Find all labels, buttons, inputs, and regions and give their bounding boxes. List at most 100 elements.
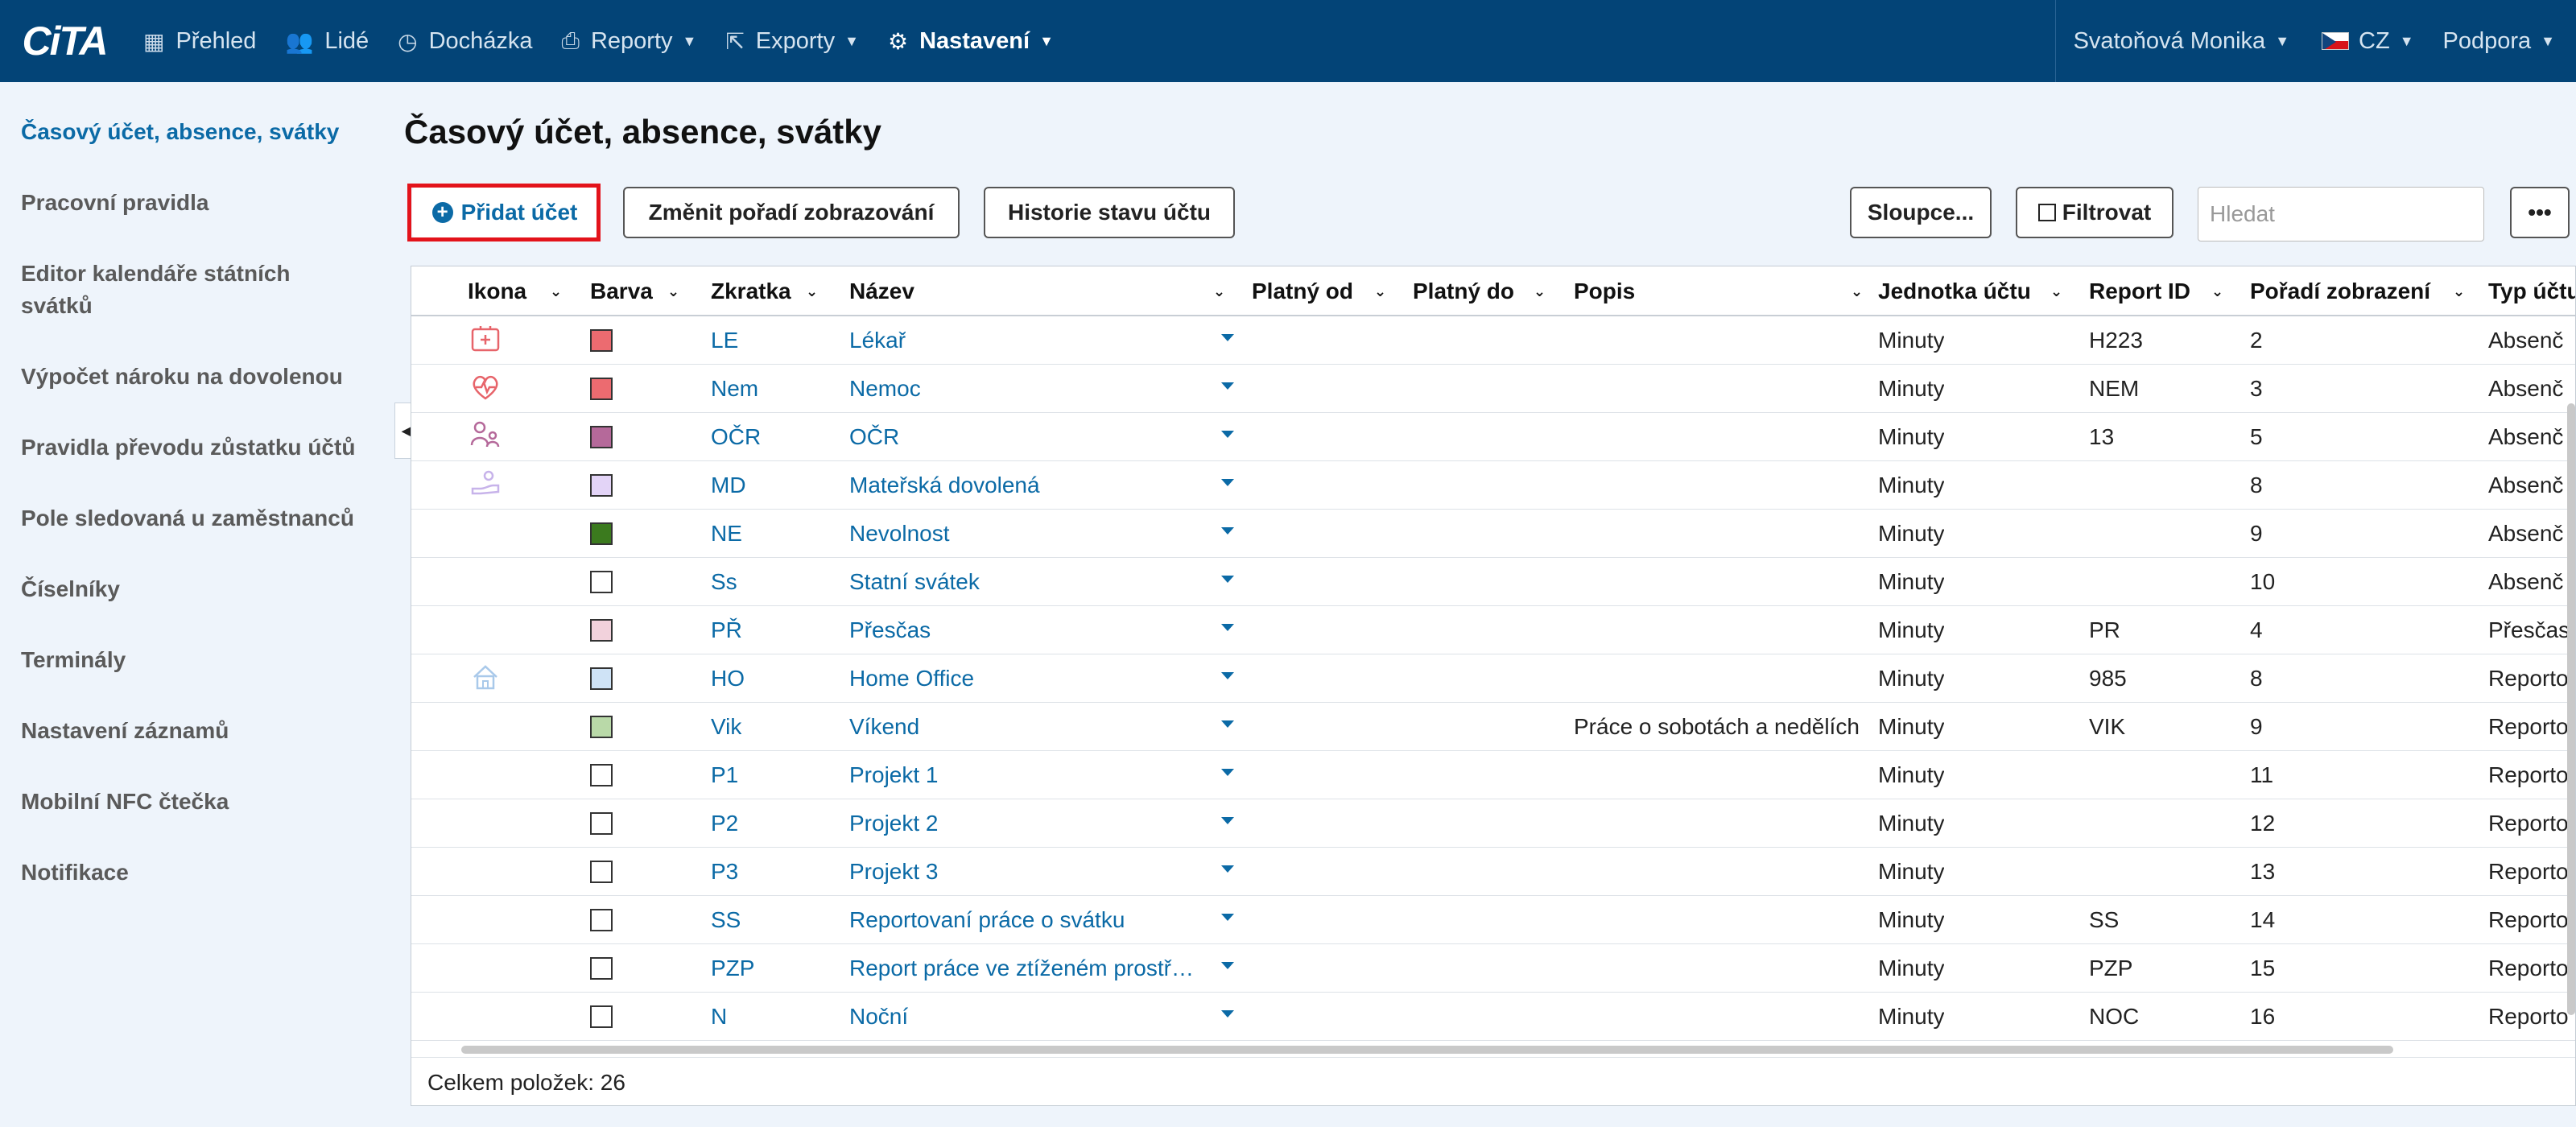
history-button[interactable]: Historie stavu účtu bbox=[984, 187, 1235, 238]
vertical-scrollbar[interactable] bbox=[2567, 403, 2575, 1015]
sidebar-item-terminaly[interactable]: Terminály bbox=[0, 644, 386, 676]
abbreviation-link[interactable]: OČR bbox=[711, 413, 761, 461]
column-header-report-id[interactable]: Report ID bbox=[2089, 266, 2190, 316]
column-header-color[interactable]: Barva bbox=[590, 266, 653, 316]
row-dropdown-icon[interactable] bbox=[1221, 769, 1234, 776]
sidebar-item-pole-sledovana[interactable]: Pole sledovaná u zaměstnanců bbox=[0, 502, 386, 535]
account-name-link[interactable]: Projekt 1 bbox=[849, 751, 939, 799]
account-name-link[interactable]: Nevolnost bbox=[849, 510, 950, 558]
table-row[interactable]: LE Lékař Minuty H223 2 Absenč bbox=[411, 316, 2575, 365]
reorder-button[interactable]: Změnit pořadí zobrazování bbox=[623, 187, 960, 238]
nav-reporty[interactable]: ⎙ Reporty ▼ bbox=[547, 0, 712, 82]
abbreviation-link[interactable]: SS bbox=[711, 896, 741, 944]
row-dropdown-icon[interactable] bbox=[1221, 672, 1234, 679]
nav-dochazka[interactable]: ◷ Docházka bbox=[383, 0, 547, 82]
column-menu-icon[interactable]: ⌄ bbox=[1534, 266, 1546, 316]
columns-button[interactable]: Sloupce... bbox=[1850, 187, 1992, 238]
table-row[interactable]: PŘ Přesčas Minuty PR 4 Přesčas bbox=[411, 606, 2575, 654]
sidebar-item-ciselniky[interactable]: Číselníky bbox=[0, 573, 386, 605]
account-name-link[interactable]: Lékař bbox=[849, 316, 906, 365]
language-menu[interactable]: CZ ▼ bbox=[2307, 0, 2429, 82]
row-dropdown-icon[interactable] bbox=[1221, 720, 1234, 728]
abbreviation-link[interactable]: Vik bbox=[711, 703, 741, 751]
row-dropdown-icon[interactable] bbox=[1221, 431, 1234, 438]
column-header-unit[interactable]: Jednotka účtu bbox=[1878, 266, 2031, 316]
table-row[interactable]: SS Reportovaní práce o svátku Minuty SS 14 Re… bbox=[411, 896, 2575, 944]
row-dropdown-icon[interactable] bbox=[1221, 962, 1234, 969]
table-row[interactable]: HO Home Office Minuty 985 8 Reporto bbox=[411, 654, 2575, 703]
table-row[interactable]: OČR OČR Minuty 13 5 Absenč bbox=[411, 413, 2575, 461]
row-dropdown-icon[interactable] bbox=[1221, 914, 1234, 921]
table-row[interactable]: MD Mateřská dovolená Minuty 8 Absenč bbox=[411, 461, 2575, 510]
nav-nastaveni[interactable]: ⚙ Nastavení ▼ bbox=[873, 0, 1068, 82]
column-header-abbr[interactable]: Zkratka bbox=[711, 266, 791, 316]
row-dropdown-icon[interactable] bbox=[1221, 865, 1234, 873]
app-logo[interactable]: CiTA bbox=[0, 0, 129, 82]
account-name-link[interactable]: Přesčas bbox=[849, 606, 931, 654]
sidebar-item-vypocet-naroku[interactable]: Výpočet nároku na dovolenou bbox=[0, 361, 386, 393]
sidebar-item-notifikace[interactable]: Notifikace bbox=[0, 857, 386, 889]
column-menu-icon[interactable]: ⌄ bbox=[667, 266, 679, 316]
column-menu-icon[interactable]: ⌄ bbox=[550, 266, 562, 316]
account-name-link[interactable]: Víkend bbox=[849, 703, 919, 751]
abbreviation-link[interactable]: Ss bbox=[711, 558, 737, 606]
table-row[interactable]: P2 Projekt 2 Minuty 12 Reporto bbox=[411, 799, 2575, 848]
table-row[interactable]: PZP Report práce ve ztíženém prostř… Minut… bbox=[411, 944, 2575, 993]
account-name-link[interactable]: Reportovaní práce o svátku bbox=[849, 896, 1125, 944]
sidebar-item-pracovni-pravidla[interactable]: Pracovní pravidla bbox=[0, 187, 386, 219]
account-name-link[interactable]: Noční bbox=[849, 993, 908, 1041]
row-dropdown-icon[interactable] bbox=[1221, 479, 1234, 486]
abbreviation-link[interactable]: PZP bbox=[711, 944, 754, 993]
abbreviation-link[interactable]: LE bbox=[711, 316, 738, 365]
filter-button[interactable]: Filtrovat bbox=[2016, 187, 2174, 238]
table-row[interactable]: Nem Nemoc Minuty NEM 3 Absenč bbox=[411, 365, 2575, 413]
row-dropdown-icon[interactable] bbox=[1221, 334, 1234, 341]
account-name-link[interactable]: Statní svátek bbox=[849, 558, 980, 606]
account-name-link[interactable]: Home Office bbox=[849, 654, 974, 703]
column-menu-icon[interactable]: ⌄ bbox=[806, 266, 818, 316]
account-name-link[interactable]: Projekt 3 bbox=[849, 848, 939, 896]
nav-lide[interactable]: 👥 Lidé bbox=[270, 0, 383, 82]
column-menu-icon[interactable]: ⌄ bbox=[2050, 266, 2062, 316]
table-row[interactable]: Vik Víkend Práce o sobotách a nedělích Minu… bbox=[411, 703, 2575, 751]
row-dropdown-icon[interactable] bbox=[1221, 576, 1234, 583]
user-menu[interactable]: Svatoňová Monika ▼ bbox=[2056, 0, 2307, 82]
sidebar-item-pravidla-prevodu[interactable]: Pravidla převodu zůstatku účtů bbox=[0, 431, 386, 464]
sidebar-item-editor-kalendare[interactable]: Editor kalendáře státních svátků bbox=[0, 258, 338, 322]
account-name-link[interactable]: Mateřská dovolená bbox=[849, 461, 1040, 510]
search-input[interactable] bbox=[2198, 187, 2484, 242]
row-dropdown-icon[interactable] bbox=[1221, 527, 1234, 535]
account-name-link[interactable]: Projekt 2 bbox=[849, 799, 939, 848]
abbreviation-link[interactable]: P1 bbox=[711, 751, 738, 799]
column-menu-icon[interactable]: ⌄ bbox=[1374, 266, 1386, 316]
abbreviation-link[interactable]: N bbox=[711, 993, 727, 1041]
column-menu-icon[interactable]: ⌄ bbox=[1213, 266, 1225, 316]
column-header-valid-to[interactable]: Platný do bbox=[1413, 266, 1514, 316]
table-row[interactable]: N Noční Minuty NOC 16 Reporto bbox=[411, 993, 2575, 1041]
column-menu-icon[interactable]: ⌄ bbox=[1851, 266, 1863, 316]
abbreviation-link[interactable]: PŘ bbox=[711, 606, 742, 654]
table-row[interactable]: P3 Projekt 3 Minuty 13 Reporto bbox=[411, 848, 2575, 896]
account-name-link[interactable]: Report práce ve ztíženém prostř… bbox=[849, 944, 1194, 993]
column-menu-icon[interactable]: ⌄ bbox=[2453, 266, 2465, 316]
abbreviation-link[interactable]: Nem bbox=[711, 365, 758, 413]
column-header-order[interactable]: Pořadí zobrazení bbox=[2250, 266, 2430, 316]
sidebar-item-nfc-ctecka[interactable]: Mobilní NFC čtečka bbox=[0, 786, 386, 818]
row-dropdown-icon[interactable] bbox=[1221, 382, 1234, 390]
abbreviation-link[interactable]: MD bbox=[711, 461, 746, 510]
column-header-type[interactable]: Typ účtu bbox=[2488, 266, 2575, 316]
row-dropdown-icon[interactable] bbox=[1221, 624, 1234, 631]
abbreviation-link[interactable]: NE bbox=[711, 510, 742, 558]
account-name-link[interactable]: Nemoc bbox=[849, 365, 921, 413]
more-options-button[interactable]: ••• bbox=[2510, 187, 2570, 238]
abbreviation-link[interactable]: HO bbox=[711, 654, 745, 703]
row-dropdown-icon[interactable] bbox=[1221, 1010, 1234, 1018]
column-header-icon[interactable]: Ikona bbox=[468, 266, 526, 316]
nav-exporty[interactable]: ⇱ Exporty ▼ bbox=[711, 0, 873, 82]
row-dropdown-icon[interactable] bbox=[1221, 817, 1234, 824]
sidebar-item-nastaveni-zaznamu[interactable]: Nastavení záznamů bbox=[0, 715, 386, 747]
abbreviation-link[interactable]: P3 bbox=[711, 848, 738, 896]
nav-prehled[interactable]: ▦ Přehled bbox=[129, 0, 270, 82]
table-row[interactable]: P1 Projekt 1 Minuty 11 Reporto bbox=[411, 751, 2575, 799]
column-header-valid-from[interactable]: Platný od bbox=[1252, 266, 1353, 316]
